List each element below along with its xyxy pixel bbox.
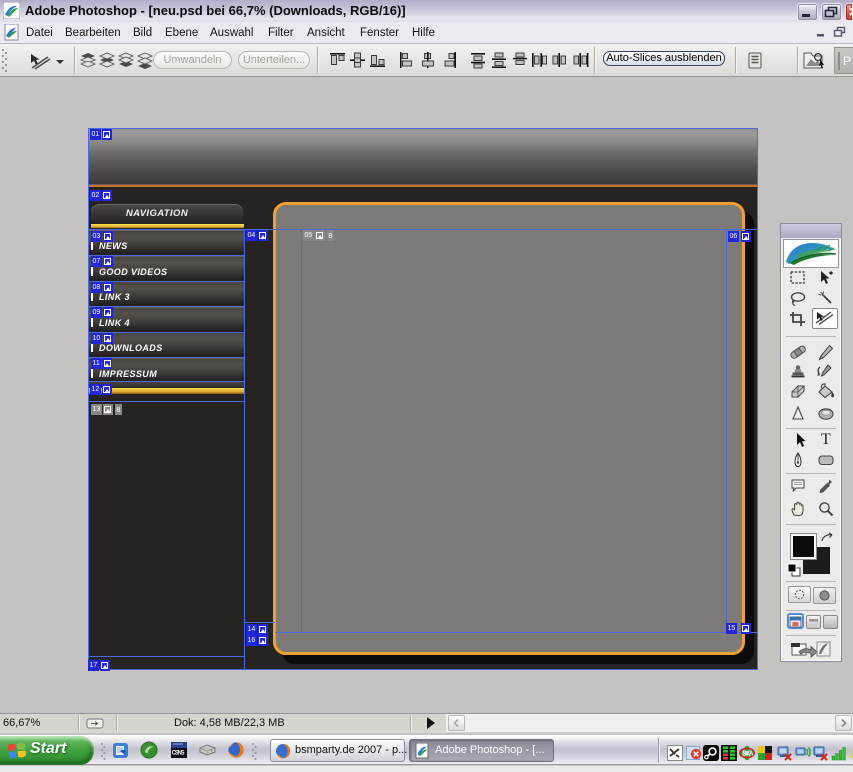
svg-text:T: T — [821, 431, 831, 447]
svg-text:CSNS: CSNS — [172, 751, 185, 757]
svg-text:N/A: N/A — [742, 750, 754, 757]
